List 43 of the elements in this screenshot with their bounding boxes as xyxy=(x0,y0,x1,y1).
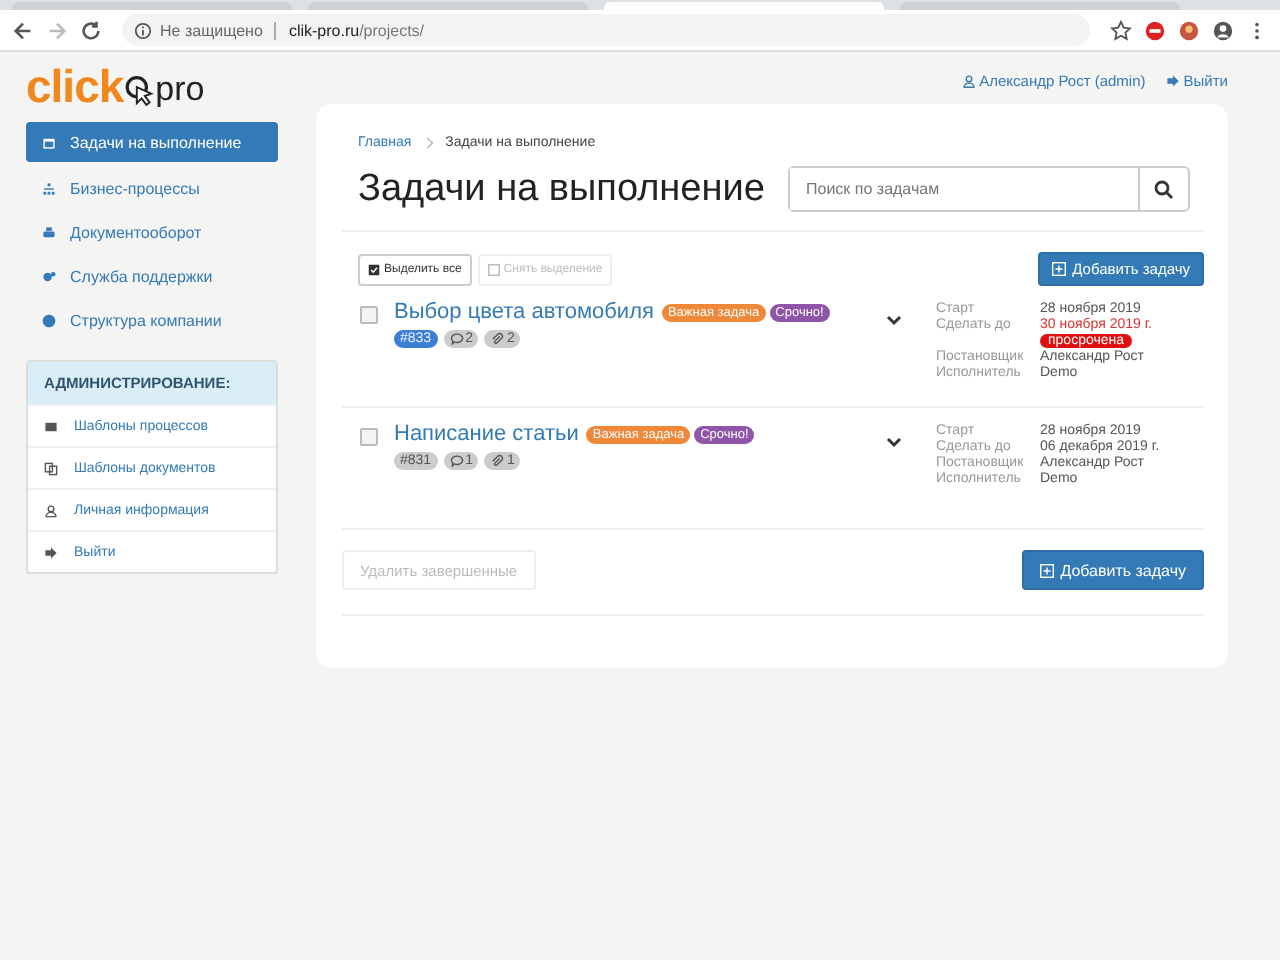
add-task-button[interactable]: Добавить задачу xyxy=(1022,550,1204,590)
paperclip-icon xyxy=(490,454,505,468)
star-icon[interactable] xyxy=(1110,19,1132,41)
page-title: Задачи на выполнение xyxy=(358,167,765,211)
plus-square-icon xyxy=(1040,563,1055,577)
calendar-icon xyxy=(42,135,56,149)
profile-icon[interactable] xyxy=(1212,19,1234,41)
sidebar-item[interactable]: Структура компании xyxy=(26,300,278,340)
address-bar[interactable]: Не защищено clik-pro.ru/projects/ xyxy=(122,14,1090,46)
checkbox-icon xyxy=(487,263,500,275)
printer-icon xyxy=(42,225,56,239)
table-icon xyxy=(44,419,58,433)
task-title[interactable]: Написание статьи xyxy=(394,422,579,446)
checkbox-icon xyxy=(368,263,380,275)
search-icon xyxy=(1154,179,1174,199)
sidebar-item[interactable]: Бизнес-процессы xyxy=(26,168,278,208)
paperclip-icon xyxy=(490,332,505,346)
chevron-down-icon[interactable] xyxy=(884,432,904,452)
comment-icon xyxy=(449,454,464,468)
task-title[interactable]: Выбор цвета автомобиля xyxy=(394,300,654,324)
user-icon xyxy=(44,503,58,517)
search-field[interactable]: Поиск по задачам xyxy=(788,166,1190,212)
cursor-icon xyxy=(123,74,156,110)
extension-icon[interactable] xyxy=(1178,19,1200,41)
task-checkbox[interactable] xyxy=(360,428,378,446)
copy-icon xyxy=(44,461,58,475)
chevron-right-icon xyxy=(423,136,434,150)
reload-icon[interactable] xyxy=(80,19,102,41)
back-icon[interactable] xyxy=(12,19,34,41)
sitemap-icon xyxy=(42,181,56,195)
logo-text: click xyxy=(26,59,124,113)
task-checkbox[interactable] xyxy=(360,306,378,324)
exit-icon xyxy=(44,545,58,559)
comment-icon xyxy=(449,332,464,346)
plus-square-icon xyxy=(1052,262,1067,276)
sidebar-item[interactable]: Служба поддержки xyxy=(26,256,278,296)
sidebar-item[interactable]: Документооборот xyxy=(26,212,278,252)
logo-text: pro xyxy=(155,69,205,109)
exit-icon xyxy=(1165,73,1180,87)
sidebar-item[interactable]: Задачи на выполнение xyxy=(26,122,278,162)
extension-icon[interactable] xyxy=(1144,19,1166,41)
chevron-down-icon[interactable] xyxy=(884,310,904,330)
user-icon xyxy=(961,73,976,87)
